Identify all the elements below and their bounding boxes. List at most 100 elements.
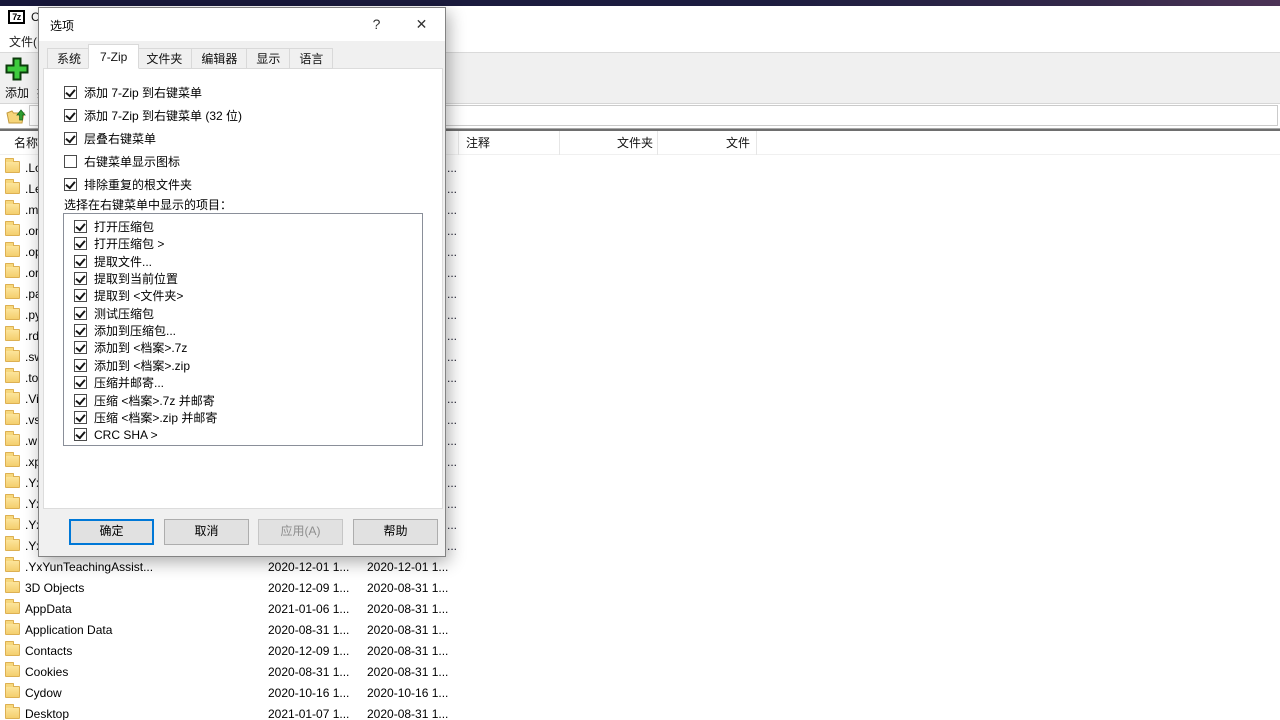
up-one-level-button[interactable] bbox=[5, 106, 27, 126]
options-dialog: 选项 ? ✕ 系统7-Zip文件夹编辑器显示语言 添加 7-Zip 到右键菜单添… bbox=[38, 7, 446, 557]
checkbox-checked-icon[interactable] bbox=[64, 109, 77, 122]
checkbox-checked-icon[interactable] bbox=[74, 394, 87, 407]
checkbox-checked-icon[interactable] bbox=[74, 307, 87, 320]
truncated-date-tail: ... bbox=[447, 266, 457, 280]
option-checkbox-row[interactable]: 右键菜单显示图标 bbox=[64, 153, 180, 169]
dialog-help-button[interactable]: ? bbox=[354, 8, 399, 41]
column-header-comment[interactable]: 注释 bbox=[459, 131, 560, 155]
checkbox-checked-icon[interactable] bbox=[74, 428, 87, 441]
file-created-date: 2020-08-31 1... bbox=[367, 602, 448, 616]
checkbox-checked-icon[interactable] bbox=[64, 178, 77, 191]
dialog-close-button[interactable]: ✕ bbox=[399, 8, 444, 41]
menu-item-row[interactable]: 压缩并邮寄... bbox=[74, 375, 164, 390]
checkbox-checked-icon[interactable] bbox=[74, 324, 87, 337]
file-row[interactable]: AppData2021-01-06 1...2020-08-31 1... bbox=[0, 598, 1280, 619]
cancel-button[interactable]: 取消 bbox=[164, 519, 249, 545]
menu-item-label: 压缩并邮寄... bbox=[94, 374, 164, 391]
column-header-files[interactable]: 文件 bbox=[658, 131, 757, 155]
folder-icon bbox=[5, 224, 20, 236]
file-modified-date: 2020-12-01 1... bbox=[268, 560, 349, 574]
option-checkbox-row[interactable]: 添加 7-Zip 到右键菜单 (32 位) bbox=[64, 107, 242, 123]
checkbox-checked-icon[interactable] bbox=[74, 220, 87, 233]
file-created-date: 2020-08-31 1... bbox=[367, 665, 448, 679]
menu-item-label: 提取文件... bbox=[94, 253, 152, 270]
checkbox-checked-icon[interactable] bbox=[74, 341, 87, 354]
checkbox-checked-icon[interactable] bbox=[64, 132, 77, 145]
menu-item-label: 添加到 <档案>.zip bbox=[94, 357, 190, 374]
truncated-date-tail: ... bbox=[447, 518, 457, 532]
menu-item-label: 提取到当前位置 bbox=[94, 270, 178, 287]
file-row[interactable]: Cydow2020-10-16 1...2020-10-16 1... bbox=[0, 682, 1280, 703]
folder-icon bbox=[5, 665, 20, 677]
tab-显示[interactable]: 显示 bbox=[246, 48, 290, 69]
folder-icon bbox=[5, 518, 20, 530]
menu-item-row[interactable]: 压缩 <档案>.zip 并邮寄 bbox=[74, 410, 217, 425]
file-modified-date: 2020-12-09 1... bbox=[268, 644, 349, 658]
help-button[interactable]: 帮助 bbox=[353, 519, 438, 545]
option-label: 右键菜单显示图标 bbox=[84, 153, 180, 170]
file-row[interactable]: Application Data2020-08-31 1...2020-08-3… bbox=[0, 619, 1280, 640]
folder-icon bbox=[5, 266, 20, 278]
file-created-date: 2020-12-01 1... bbox=[367, 560, 448, 574]
menu-item-row[interactable]: 打开压缩包 bbox=[74, 219, 154, 234]
file-name: .m bbox=[25, 203, 38, 217]
checkbox-checked-icon[interactable] bbox=[74, 272, 87, 285]
menu-item-row[interactable]: 压缩 <档案>.7z 并邮寄 bbox=[74, 393, 215, 408]
truncated-date-tail: ... bbox=[447, 392, 457, 406]
file-modified-date: 2020-10-16 1... bbox=[268, 686, 349, 700]
option-checkbox-row[interactable]: 添加 7-Zip 到右键菜单 bbox=[64, 84, 202, 100]
option-checkbox-row[interactable]: 排除重复的根文件夹 bbox=[64, 176, 192, 192]
menu-item-row[interactable]: CRC SHA > bbox=[74, 427, 158, 442]
ok-button[interactable]: 确定 bbox=[69, 519, 154, 545]
menu-item-row[interactable]: 添加到压缩包... bbox=[74, 323, 176, 338]
file-name: Cookies bbox=[25, 665, 68, 679]
menu-item-row[interactable]: 提取到当前位置 bbox=[74, 271, 178, 286]
file-modified-date: 2020-08-31 1... bbox=[268, 623, 349, 637]
file-row[interactable]: Desktop2021-01-07 1...2020-08-31 1... bbox=[0, 703, 1280, 720]
truncated-date-tail: ... bbox=[447, 308, 457, 322]
checkbox-checked-icon[interactable] bbox=[74, 255, 87, 268]
tab-文件夹[interactable]: 文件夹 bbox=[136, 48, 192, 69]
checkbox-checked-icon[interactable] bbox=[74, 289, 87, 302]
checkbox-checked-icon[interactable] bbox=[74, 376, 87, 389]
checkbox-unchecked-icon[interactable] bbox=[64, 155, 77, 168]
menu-item-row[interactable]: 添加到 <档案>.zip bbox=[74, 358, 190, 373]
file-name: .to bbox=[25, 371, 38, 385]
file-name: .or bbox=[25, 266, 39, 280]
menu-item-row[interactable]: 测试压缩包 bbox=[74, 306, 154, 321]
menu-item-row[interactable]: 提取文件... bbox=[74, 254, 152, 269]
folder-icon bbox=[5, 350, 20, 362]
menu-item-row[interactable]: 提取到 <文件夹> bbox=[74, 288, 183, 303]
tab-系统[interactable]: 系统 bbox=[47, 48, 91, 69]
tab-7-Zip[interactable]: 7-Zip bbox=[88, 44, 139, 69]
truncated-date-tail: ... bbox=[447, 497, 457, 511]
menu-item-label: 添加到压缩包... bbox=[94, 322, 176, 339]
menu-item-label: 压缩 <档案>.zip 并邮寄 bbox=[94, 409, 217, 426]
checkbox-checked-icon[interactable] bbox=[64, 86, 77, 99]
column-header-folders[interactable]: 文件夹 bbox=[560, 131, 658, 155]
file-name: Desktop bbox=[25, 707, 69, 720]
file-row[interactable]: .YxYunTeachingAssist...2020-12-01 1...20… bbox=[0, 556, 1280, 577]
checkbox-checked-icon[interactable] bbox=[74, 237, 87, 250]
7zip-app-icon: 7z bbox=[8, 10, 25, 24]
tab-编辑器[interactable]: 编辑器 bbox=[191, 48, 247, 69]
checkbox-checked-icon[interactable] bbox=[74, 411, 87, 424]
file-row[interactable]: Contacts2020-12-09 1...2020-08-31 1... bbox=[0, 640, 1280, 661]
option-checkbox-row[interactable]: 层叠右键菜单 bbox=[64, 130, 156, 146]
menu-item-label: 测试压缩包 bbox=[94, 305, 154, 322]
menu-item-row[interactable]: 打开压缩包 > bbox=[74, 236, 164, 251]
checkbox-checked-icon[interactable] bbox=[74, 359, 87, 372]
desktop: 7z C 文件(F) 添加 提取 名称 bbox=[0, 0, 1280, 720]
menu-item-label: 添加到 <档案>.7z bbox=[94, 339, 187, 356]
folder-icon bbox=[5, 434, 20, 446]
folder-icon bbox=[5, 539, 20, 551]
add-button[interactable]: 添加 bbox=[0, 56, 34, 101]
context-menu-items-box[interactable]: 打开压缩包打开压缩包 > 提取文件...提取到当前位置提取到 <文件夹> 测试压缩包… bbox=[63, 213, 423, 446]
file-row[interactable]: Cookies2020-08-31 1...2020-08-31 1... bbox=[0, 661, 1280, 682]
menu-item-label: 压缩 <档案>.7z 并邮寄 bbox=[94, 392, 215, 409]
file-row[interactable]: 3D Objects2020-12-09 1...2020-08-31 1... bbox=[0, 577, 1280, 598]
truncated-date-tail: ... bbox=[447, 245, 457, 259]
tab-语言[interactable]: 语言 bbox=[289, 48, 333, 69]
menu-item-row[interactable]: 添加到 <档案>.7z bbox=[74, 340, 187, 355]
dialog-tabstrip: 系统7-Zip文件夹编辑器显示语言 bbox=[47, 44, 332, 69]
